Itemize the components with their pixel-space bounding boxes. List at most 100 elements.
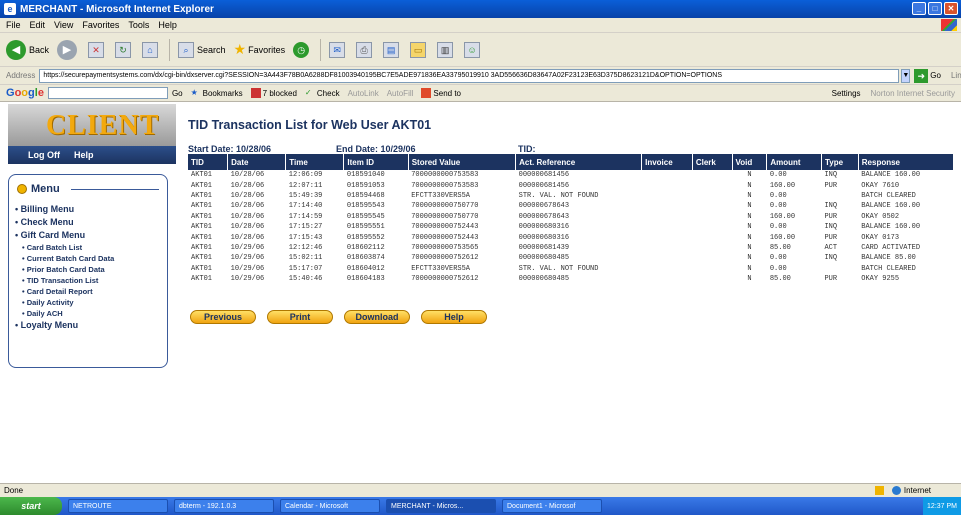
- table-cell: EFCTT330VERS5A: [411, 191, 470, 200]
- spell-check-button[interactable]: ✓ Check: [305, 88, 340, 98]
- taskbar-item-dbterm[interactable]: dbterm - 192.1.0.3: [174, 499, 274, 513]
- column-header-invoice: Invoice: [641, 154, 693, 170]
- table-cell: ACT: [824, 243, 838, 252]
- table-cell: 018603874: [346, 254, 385, 263]
- windows-flag-icon: [941, 19, 957, 31]
- go-button[interactable]: ➜ Go: [914, 68, 941, 83]
- menu-item-prior-batch-card-data[interactable]: Prior Batch Card Data: [15, 264, 114, 275]
- table-cell: 7000000000753583: [411, 171, 479, 180]
- start-date: Start Date: 10/28/06: [188, 144, 272, 154]
- menu-help[interactable]: Help: [158, 20, 177, 30]
- table-cell: 17:14:40: [288, 202, 323, 211]
- google-logo: Google: [6, 87, 44, 99]
- close-button[interactable]: ✕: [944, 2, 958, 15]
- column-header-response: Response: [858, 154, 955, 170]
- menu-edit[interactable]: Edit: [30, 20, 46, 30]
- log-off-button[interactable]: Log Off: [28, 150, 60, 160]
- taskbar-item-document[interactable]: Document1 - Microsof: [502, 499, 602, 513]
- internet-zone-icon: [891, 486, 901, 495]
- favorites-button[interactable]: ★ Favorites: [234, 41, 286, 58]
- table-row: AKT01 10/28/06 15:49:39 018594468 EFCTT330VE…: [188, 191, 954, 201]
- help-button[interactable]: Help: [421, 310, 487, 324]
- menu-item-card-detail-report[interactable]: Card Detail Report: [15, 286, 114, 297]
- lock-icon: [874, 486, 884, 495]
- print-toolbar-button[interactable]: ⎙: [356, 41, 375, 58]
- norton-security-label[interactable]: Norton Internet Security: [871, 89, 955, 98]
- menu-tools[interactable]: Tools: [128, 20, 149, 30]
- messenger-icon: ☺: [464, 41, 481, 58]
- table-row: AKT01 10/29/06 15:40:46 018604183 7000000000…: [188, 274, 954, 284]
- settings-button[interactable]: Settings: [832, 89, 861, 98]
- start-button[interactable]: start: [0, 497, 62, 515]
- table-cell: N: [747, 181, 752, 190]
- menu-favorites[interactable]: Favorites: [82, 20, 119, 30]
- menu-view[interactable]: View: [54, 20, 73, 30]
- table-row: AKT01 10/29/06 15:02:11 018603874 7000000000…: [188, 253, 954, 263]
- menu-item-billing-menu[interactable]: Billing Menu: [15, 203, 114, 216]
- menu-item-loyalty-menu[interactable]: Loyalty Menu: [15, 319, 114, 332]
- end-date: End Date: 10/29/06: [336, 144, 416, 154]
- autolink-button[interactable]: AutoLink: [348, 89, 379, 98]
- table-cell: 000000680316: [518, 233, 570, 242]
- menu-divider: [71, 189, 159, 190]
- menu-item-tid-transaction-list[interactable]: TID Transaction List: [15, 275, 114, 286]
- menu-file[interactable]: File: [6, 20, 21, 30]
- table-cell: [642, 253, 693, 263]
- google-go-button[interactable]: Go: [172, 89, 183, 98]
- links-button[interactable]: Links: [951, 71, 961, 80]
- send-to-button[interactable]: Send to: [421, 88, 461, 98]
- download-button[interactable]: Download: [344, 310, 410, 324]
- forward-button[interactable]: ▶: [57, 39, 80, 60]
- menu-item-daily-ach[interactable]: Daily ACH: [15, 308, 114, 319]
- menu-item-current-batch-card-data[interactable]: Current Batch Card Data: [15, 253, 115, 264]
- table-cell: [642, 191, 693, 201]
- table-cell: [692, 180, 732, 190]
- table-cell: 10/28/06: [230, 233, 265, 242]
- stop-button[interactable]: ✕: [88, 41, 107, 58]
- menu-item-card-batch-list[interactable]: Card Batch List: [15, 242, 114, 253]
- messenger-button[interactable]: ☺: [464, 41, 483, 58]
- table-cell: OKAY 0502: [861, 212, 900, 221]
- mail-button[interactable]: ✉: [329, 41, 348, 58]
- back-arrow-icon: ◀: [6, 39, 26, 60]
- address-input[interactable]: https://securepaymentsystems.com/dx/cgi-…: [39, 68, 900, 83]
- table-cell: [821, 264, 858, 274]
- table-cell: PUR: [824, 233, 838, 242]
- menu-item-check-menu[interactable]: Check Menu: [15, 216, 114, 229]
- menu-bullet-icon: [17, 184, 27, 194]
- table-cell: 17:14:59: [288, 212, 323, 221]
- column-header-stored-value: Stored Value: [408, 154, 517, 170]
- refresh-icon: ↻: [115, 41, 132, 58]
- client-help-button[interactable]: Help: [74, 150, 94, 160]
- table-cell: 15:02:11: [288, 254, 323, 263]
- taskbar-item-calendar[interactable]: Calendar - Microsoft: [280, 499, 380, 513]
- folder-button[interactable]: ▭: [410, 41, 429, 58]
- back-button[interactable]: ◀ Back: [6, 39, 49, 60]
- google-search-input[interactable]: [47, 87, 168, 99]
- menu-item-gift-card-menu[interactable]: Gift Card Menu: [15, 229, 114, 242]
- minimize-button[interactable]: _: [912, 2, 926, 15]
- table-cell: 85.00: [769, 275, 791, 284]
- table-cell: 018595552: [346, 233, 385, 242]
- history-button[interactable]: ◷: [293, 41, 312, 58]
- go-label: Go: [930, 71, 941, 80]
- table-cell: INQ: [824, 171, 838, 180]
- popup-blocker-button[interactable]: 7 blocked: [250, 88, 297, 98]
- address-dropdown-icon[interactable]: ▼: [901, 68, 911, 83]
- previous-button[interactable]: Previous: [190, 310, 256, 324]
- autofill-button[interactable]: AutoFill: [387, 89, 414, 98]
- taskbar-item-merchant[interactable]: MERCHANT - Micros...: [386, 499, 496, 513]
- history-icon: ◷: [293, 41, 310, 58]
- table-cell: 018595545: [346, 212, 385, 221]
- maximize-button[interactable]: □: [928, 2, 942, 15]
- bookmarks-button[interactable]: ★ Bookmarks: [191, 88, 243, 98]
- home-button[interactable]: ⌂: [142, 41, 161, 58]
- refresh-button[interactable]: ↻: [115, 41, 134, 58]
- edit-button[interactable]: ▤: [383, 41, 402, 58]
- menu-item-daily-activity[interactable]: Daily Activity: [15, 297, 114, 308]
- research-button[interactable]: ▥: [437, 41, 456, 58]
- taskbar-item-netroute[interactable]: NETROUTE: [68, 499, 168, 513]
- column-header-clerk: Clerk: [692, 154, 733, 170]
- print-button[interactable]: Print: [267, 310, 333, 324]
- search-button[interactable]: ⌕ Search: [178, 41, 226, 58]
